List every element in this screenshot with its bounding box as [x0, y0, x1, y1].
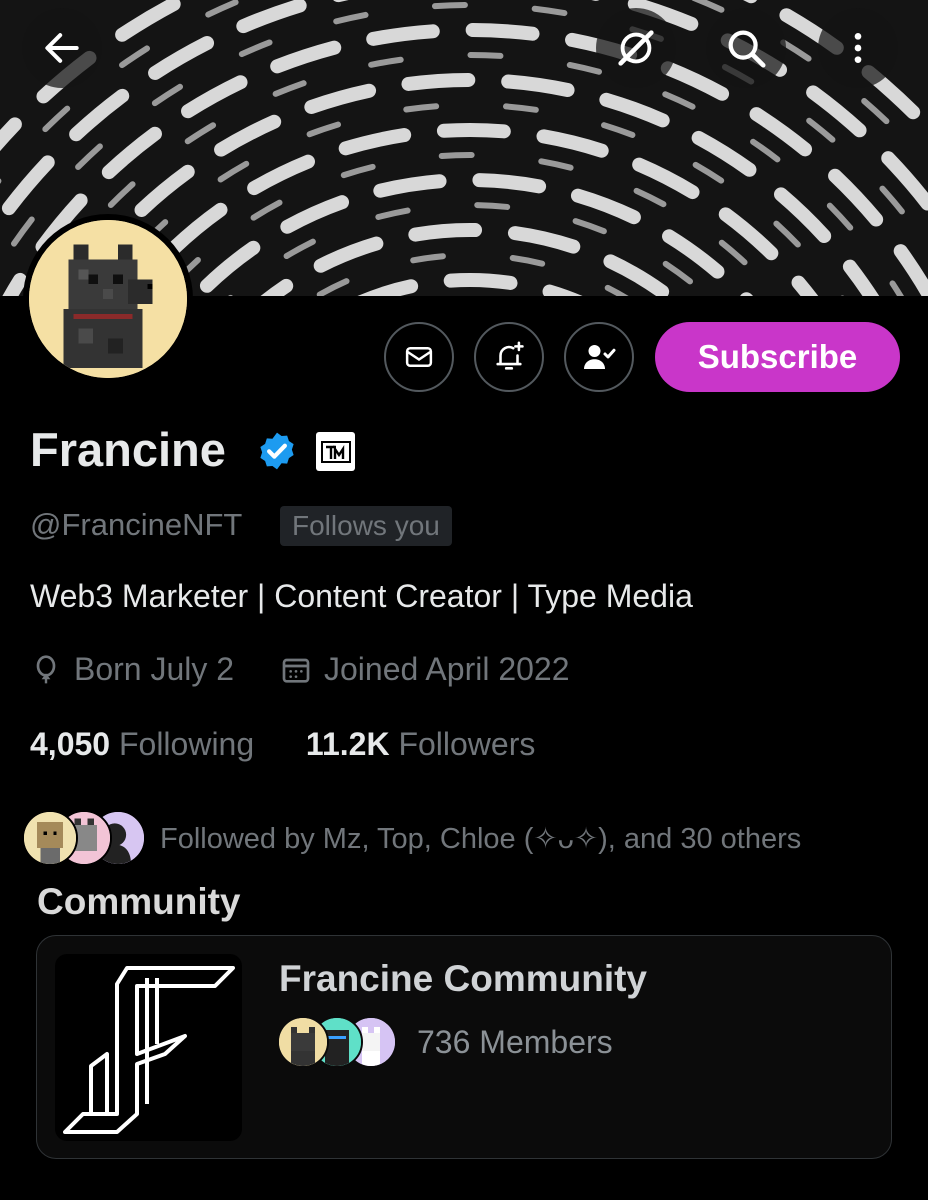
mail-icon: [405, 347, 433, 367]
verified-icon: [260, 432, 294, 470]
person-check-icon: [584, 345, 616, 369]
following-label: Following: [118, 726, 255, 762]
birthday-text: Born July 2: [74, 651, 235, 687]
joined-item: Joined April 2022: [280, 651, 570, 688]
community-card[interactable]: Francine Community 736 Members: [36, 935, 892, 1159]
calendar-icon: [282, 658, 310, 683]
followed-by-row[interactable]: Followed by Mz, Top, Chloe (✧ᴗ✧), and 30…: [22, 810, 801, 866]
avatar-image: [29, 220, 187, 378]
type-media-logo: [320, 440, 351, 463]
followed-by-text: Followed by Mz, Top, Chloe (✧ᴗ✧), and 30…: [160, 822, 802, 855]
more-vertical-icon: [854, 33, 862, 63]
profile-bio: Web3 Marketer | Content Creator | Type M…: [30, 578, 693, 614]
display-name: Francine: [30, 423, 226, 476]
following-link[interactable]: 4,050 Following: [30, 726, 254, 762]
birthday-item: Born July 2: [30, 651, 234, 688]
search-icon: [728, 30, 766, 68]
arrow-left-icon: [45, 33, 79, 63]
community-name: Francine Community: [279, 958, 647, 999]
grok-icon: [618, 30, 654, 66]
followers-link[interactable]: 11.2K Followers: [306, 726, 535, 762]
bell-plus-icon: [496, 341, 524, 370]
subscribe-button[interactable]: Subscribe: [655, 322, 900, 392]
search-button[interactable]: [706, 8, 786, 88]
affiliate-badge[interactable]: [316, 432, 355, 471]
joined-text: Joined April 2022: [324, 651, 570, 687]
profile-avatar[interactable]: [23, 214, 193, 384]
community-members-row: 736 Members: [277, 1016, 613, 1068]
follows-you-badge: Follows you: [280, 506, 452, 546]
member-avatar: [277, 1016, 329, 1068]
following-count: 4,050: [30, 726, 111, 762]
user-handle: @FrancineNFT: [30, 507, 243, 542]
grok-button[interactable]: [596, 8, 676, 88]
notify-button[interactable]: [474, 322, 544, 392]
follower-avatar: [22, 810, 78, 866]
balloon-icon: [36, 654, 56, 683]
followers-count: 11.2K: [305, 726, 390, 762]
back-button[interactable]: [22, 8, 102, 88]
following-button[interactable]: [564, 322, 634, 392]
verified-badge: [256, 430, 298, 477]
followers-label: Followers: [398, 726, 536, 762]
more-button[interactable]: [818, 8, 898, 88]
community-section-title: Community: [37, 881, 241, 922]
community-logo: [55, 954, 242, 1141]
francine-f-logo: [63, 966, 235, 1134]
pixel-dog-avatar: [29, 220, 187, 378]
community-member-count: 736 Members: [417, 1023, 613, 1060]
follow-stats: 4,050 Following 11.2K Followers: [30, 726, 535, 763]
message-button[interactable]: [384, 322, 454, 392]
